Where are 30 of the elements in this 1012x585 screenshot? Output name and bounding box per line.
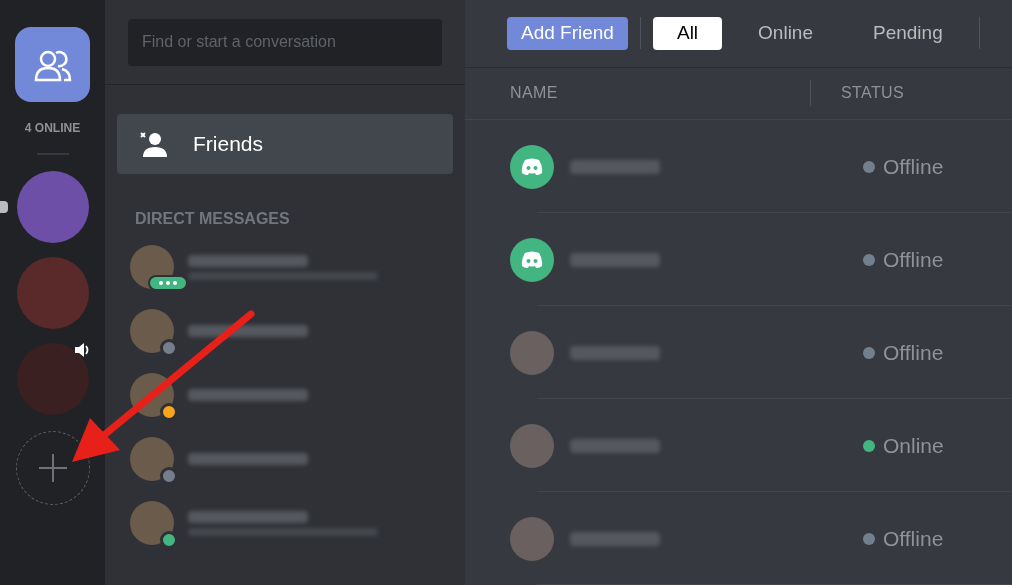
online-count: 4 ONLINE (24, 120, 81, 137)
friends-nav-item[interactable]: Friends (117, 114, 453, 174)
avatar (130, 309, 174, 353)
controller-logo-icon (520, 157, 544, 176)
search-field[interactable]: Find or start a conversation (128, 18, 442, 66)
status-text: Offline (883, 153, 944, 180)
column-header: NAME (510, 83, 559, 104)
status-text: Offline (883, 525, 944, 552)
friends-home-button[interactable] (15, 27, 90, 102)
avatar (510, 423, 554, 468)
column-header: STATUS (841, 83, 905, 104)
friend-row[interactable]: Offline (465, 492, 1012, 585)
avatar (510, 330, 554, 375)
avatar (130, 501, 174, 545)
add-friend-button[interactable]: Add Friend (507, 17, 628, 50)
tab[interactable]: All (652, 17, 723, 50)
section-title: DIRECT MESSAGES (135, 209, 291, 229)
friend-row[interactable]: Offline (465, 306, 1012, 399)
friend-row[interactable]: Offline (465, 120, 1012, 213)
friend-row[interactable]: Online (465, 399, 1012, 492)
status-text: Offline (883, 246, 944, 273)
avatar (510, 516, 554, 561)
status-text: Offline (883, 339, 944, 366)
plus-icon (38, 454, 67, 482)
avatar (130, 437, 174, 481)
controller-logo-icon (520, 250, 544, 269)
status-text: Online (883, 432, 944, 459)
tab[interactable]: Online (734, 17, 837, 50)
tab[interactable]: Pending (849, 17, 967, 50)
friend-row[interactable]: Offline (465, 213, 1012, 306)
